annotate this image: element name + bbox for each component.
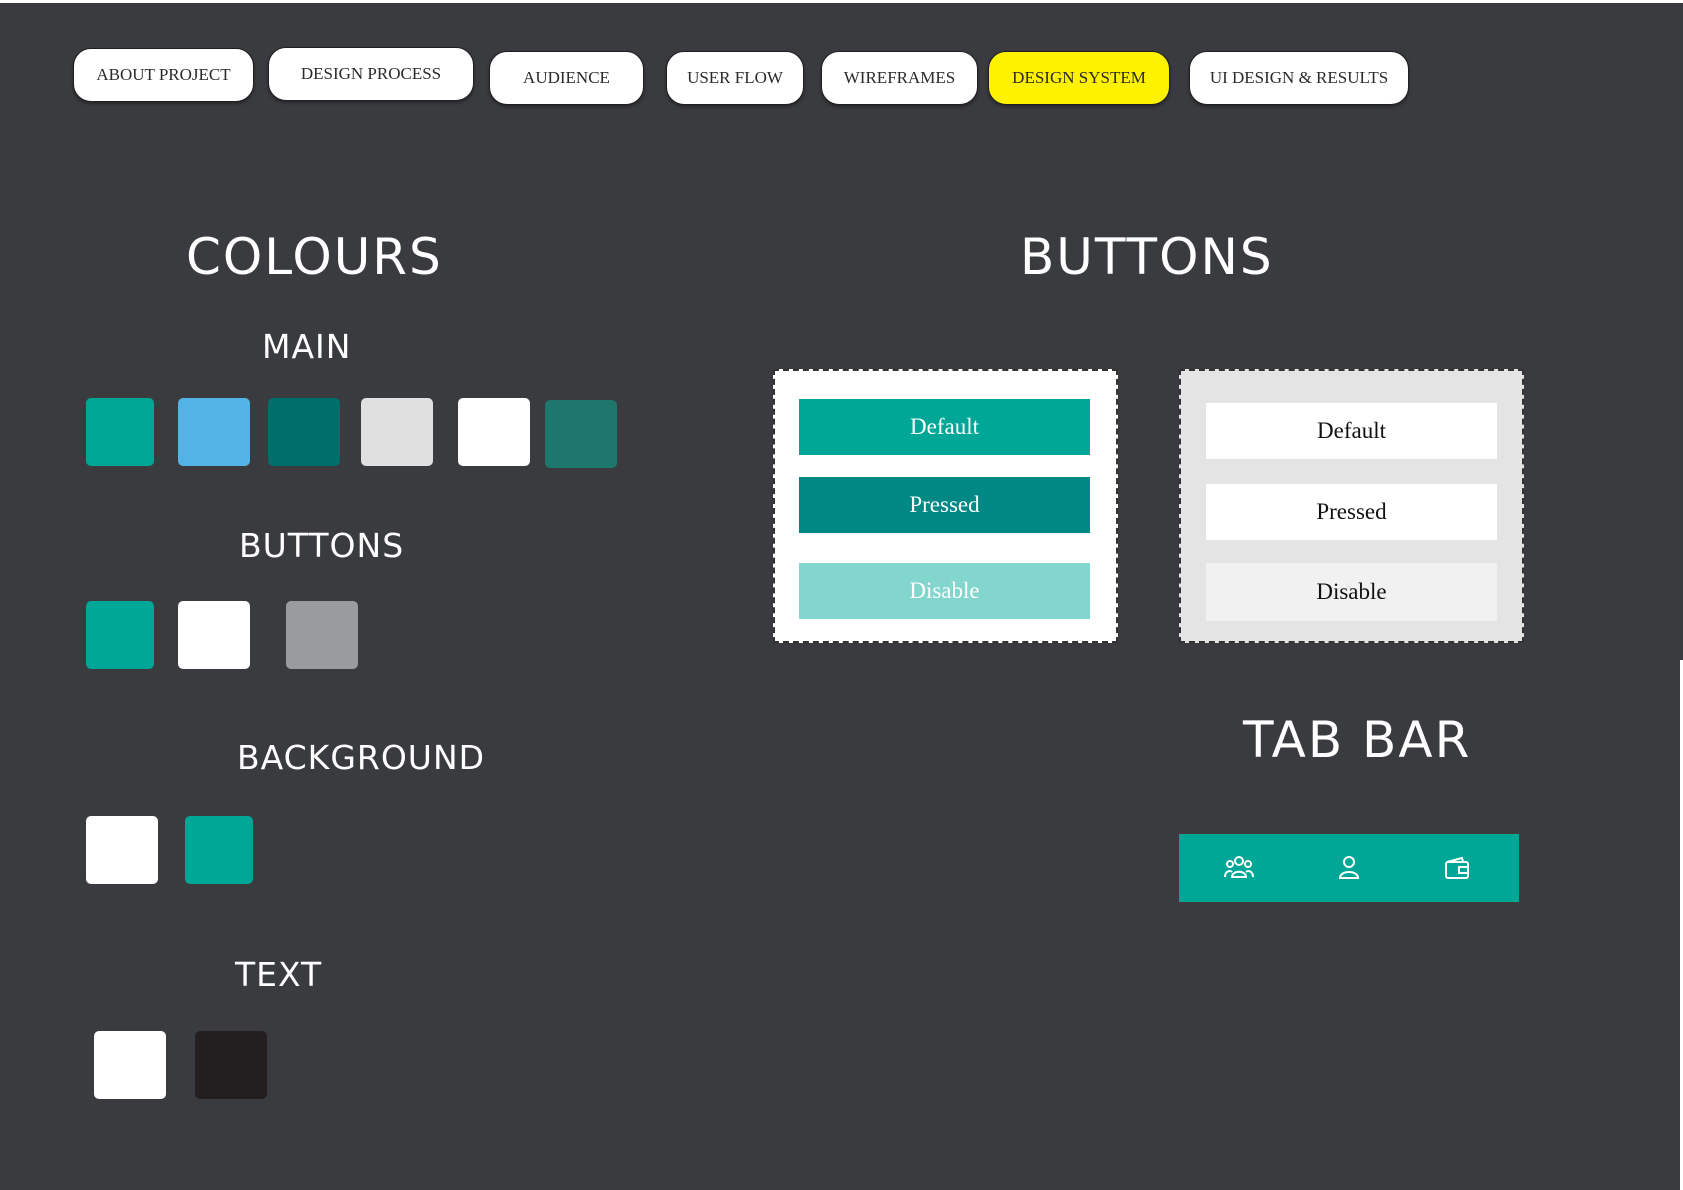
button-swatch-3: [286, 601, 358, 669]
tab-bar-heading: TAB BAR: [1243, 711, 1472, 769]
colours-heading: COLOURS: [186, 228, 443, 286]
text-colours-label: TEXT: [235, 955, 323, 994]
main-swatch-4: [361, 398, 433, 466]
button-swatch-2: [178, 601, 250, 669]
secondary-buttons-panel: Default Pressed Disable: [1179, 369, 1524, 643]
group-icon[interactable]: [1224, 854, 1254, 882]
text-swatch-1: [94, 1031, 166, 1099]
nav-audience[interactable]: AUDIENCE: [489, 51, 644, 105]
nav-design-system[interactable]: DESIGN SYSTEM: [988, 51, 1170, 105]
secondary-default-button[interactable]: Default: [1206, 403, 1497, 459]
primary-disable-button[interactable]: Disable: [799, 563, 1090, 619]
main-swatch-2: [178, 398, 250, 466]
buttons-heading: BUTTONS: [1020, 228, 1274, 286]
main-colours-label: MAIN: [262, 327, 352, 366]
nav-ui-design-results[interactable]: UI DESIGN & RESULTS: [1189, 51, 1409, 105]
background-swatch-2: [185, 816, 253, 884]
wallet-icon[interactable]: [1442, 854, 1472, 882]
text-swatch-2: [195, 1031, 267, 1099]
main-swatch-6: [545, 400, 617, 468]
background-swatch-1: [86, 816, 158, 884]
secondary-disable-button[interactable]: Disable: [1206, 563, 1497, 621]
secondary-pressed-button[interactable]: Pressed: [1206, 484, 1497, 540]
background-colours-label: BACKGROUND: [237, 738, 486, 777]
nav-design-process[interactable]: DESIGN PROCESS: [268, 47, 474, 101]
button-colours-label: BUTTONS: [239, 526, 405, 565]
main-swatch-5: [458, 398, 530, 466]
main-swatch-1: [86, 398, 154, 466]
nav-about-project[interactable]: ABOUT PROJECT: [73, 48, 254, 102]
button-swatch-1: [86, 601, 154, 669]
primary-default-button[interactable]: Default: [799, 399, 1090, 455]
primary-pressed-button[interactable]: Pressed: [799, 477, 1090, 533]
nav-user-flow[interactable]: USER FLOW: [666, 51, 804, 105]
tab-bar: [1179, 834, 1519, 902]
nav-wireframes[interactable]: WIREFRAMES: [821, 51, 978, 105]
primary-buttons-panel: Default Pressed Disable: [773, 369, 1118, 643]
main-swatch-3: [268, 398, 340, 466]
user-icon[interactable]: [1334, 854, 1364, 882]
